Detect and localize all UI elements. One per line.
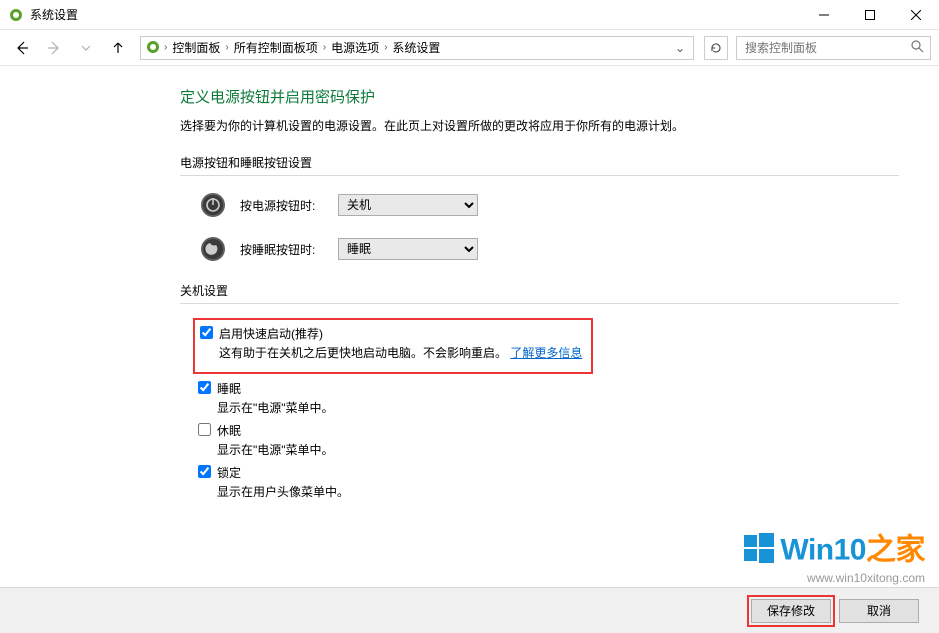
content-area: 定义电源按钮并启用密码保护 选择要为你的计算机设置的电源设置。在此页上对设置所做… [0, 66, 939, 526]
search-input[interactable] [743, 40, 911, 56]
breadcrumb-item[interactable]: 控制面板 [168, 39, 224, 56]
window-title: 系统设置 [30, 6, 78, 23]
close-button[interactable] [893, 0, 939, 30]
breadcrumb-item[interactable]: 电源选项 [327, 39, 383, 56]
hibernate-option: 休眠 显示在"电源"菜单中。 [198, 422, 899, 458]
power-button-dropdown[interactable]: 关机 [338, 194, 478, 216]
fast-startup-desc: 这有助于在关机之后更快地启动电脑。不会影响重启。 了解更多信息 [219, 344, 583, 361]
title-bar: 系统设置 [0, 0, 939, 30]
up-button[interactable] [104, 34, 132, 62]
sleep-button-dropdown[interactable]: 睡眠 [338, 238, 478, 260]
sleep-label[interactable]: 睡眠 [198, 380, 899, 397]
power-button-row: 按电源按钮时: 关机 [198, 190, 899, 220]
minimize-button[interactable] [801, 0, 847, 30]
hibernate-label[interactable]: 休眠 [198, 422, 899, 439]
fast-startup-option: 启用快速启动(推荐) 这有助于在关机之后更快地启动电脑。不会影响重启。 了解更多… [200, 325, 583, 361]
hibernate-checkbox[interactable] [198, 423, 211, 436]
divider [180, 175, 899, 176]
refresh-button[interactable] [704, 36, 728, 60]
breadcrumb-item[interactable]: 系统设置 [388, 39, 444, 56]
page-description: 选择要为你的计算机设置的电源设置。在此页上对设置所做的更改将应用于你所有的电源计… [180, 117, 899, 134]
hibernate-desc: 显示在"电源"菜单中。 [217, 441, 899, 458]
fast-startup-checkbox[interactable] [200, 326, 213, 339]
sleep-button-row: 按睡眠按钮时: 睡眠 [198, 234, 899, 264]
app-icon [8, 7, 24, 23]
back-button[interactable] [8, 34, 36, 62]
sleep-icon [198, 234, 228, 264]
breadcrumb-item[interactable]: 所有控制面板项 [230, 39, 322, 56]
divider [180, 303, 899, 304]
lock-desc: 显示在用户头像菜单中。 [217, 483, 899, 500]
forward-button[interactable] [40, 34, 68, 62]
windows-logo-icon [742, 531, 776, 572]
watermark-url: www.win10xitong.com [742, 572, 925, 585]
section-label-buttons: 电源按钮和睡眠按钮设置 [180, 154, 899, 171]
breadcrumb[interactable]: › 控制面板 › 所有控制面板项 › 电源选项 › 系统设置 ⌄ [140, 36, 694, 60]
sleep-button-label: 按睡眠按钮时: [240, 241, 326, 258]
sleep-desc: 显示在"电源"菜单中。 [217, 399, 899, 416]
page-heading: 定义电源按钮并启用密码保护 [180, 86, 899, 107]
search-icon[interactable] [911, 40, 924, 56]
shutdown-options: 启用快速启动(推荐) 这有助于在关机之后更快地启动电脑。不会影响重启。 了解更多… [198, 318, 899, 500]
sleep-option: 睡眠 显示在"电源"菜单中。 [198, 380, 899, 416]
watermark-brand: Win10之家 [742, 531, 925, 572]
watermark: Win10之家 www.win10xitong.com [742, 531, 925, 585]
chevron-down-icon[interactable]: ⌄ [675, 41, 689, 55]
power-button-label: 按电源按钮时: [240, 197, 326, 214]
fast-startup-label[interactable]: 启用快速启动(推荐) [200, 325, 583, 342]
lock-option: 锁定 显示在用户头像菜单中。 [198, 464, 899, 500]
learn-more-link[interactable]: 了解更多信息 [510, 346, 582, 360]
location-icon [145, 39, 163, 57]
nav-bar: › 控制面板 › 所有控制面板项 › 电源选项 › 系统设置 ⌄ [0, 30, 939, 66]
maximize-button[interactable] [847, 0, 893, 30]
recent-locations-button[interactable] [72, 34, 100, 62]
fast-startup-highlight: 启用快速启动(推荐) 这有助于在关机之后更快地启动电脑。不会影响重启。 了解更多… [193, 318, 593, 374]
lock-checkbox[interactable] [198, 465, 211, 478]
power-icon [198, 190, 228, 220]
cancel-button[interactable]: 取消 [839, 599, 919, 623]
sleep-checkbox[interactable] [198, 381, 211, 394]
footer-bar: 保存修改 取消 [0, 587, 939, 633]
lock-label[interactable]: 锁定 [198, 464, 899, 481]
save-button[interactable]: 保存修改 [751, 599, 831, 623]
search-box[interactable] [736, 36, 931, 60]
section-label-shutdown: 关机设置 [180, 282, 899, 299]
